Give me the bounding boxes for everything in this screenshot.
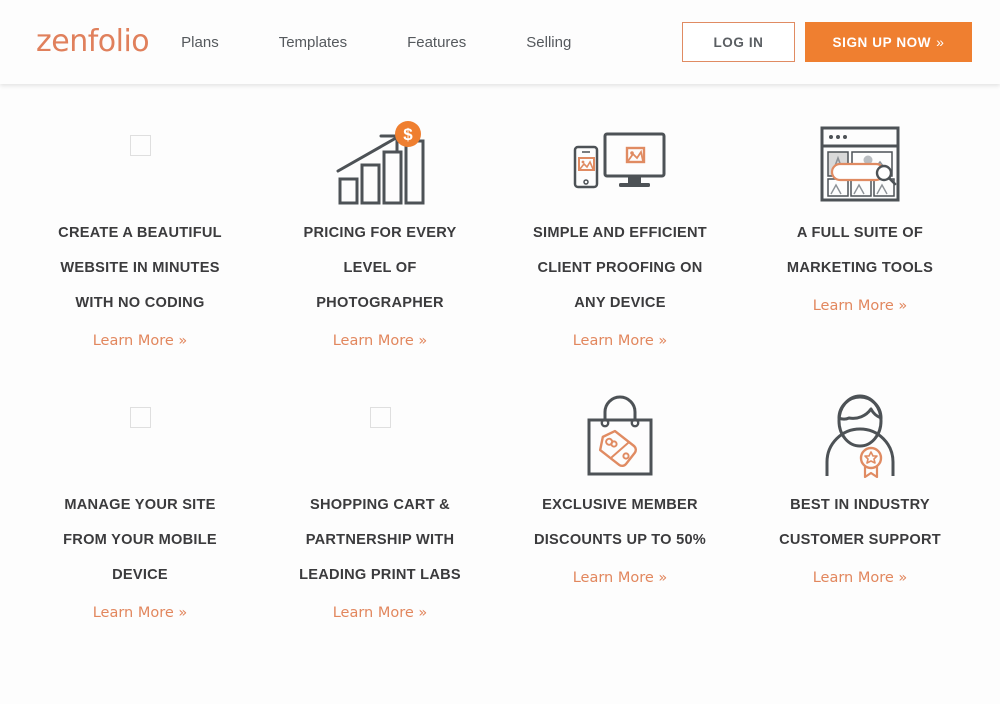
broken-image-placeholder-icon <box>129 135 151 156</box>
nav-item-features[interactable]: Features <box>407 34 466 51</box>
feature-title-line: SIMPLE AND EFFICIENT <box>533 225 707 241</box>
feature-title: EXCLUSIVE MEMBER DISCOUNTS UP TO 50% <box>534 488 706 558</box>
feature-title: SHOPPING CART & PARTNERSHIP WITH LEADING… <box>299 488 461 593</box>
icon-slot <box>583 390 657 482</box>
learn-more-link[interactable]: Learn More » <box>573 326 668 356</box>
feature-title-line: MANAGE YOUR SITE <box>64 497 216 513</box>
learn-more-link[interactable]: Learn More » <box>813 291 908 321</box>
broken-image-placeholder-icon <box>369 407 391 428</box>
feature-tile-shopping-cart: SHOPPING CART & PARTNERSHIP WITH LEADING… <box>260 390 500 628</box>
feature-title-line: EXCLUSIVE MEMBER <box>542 497 698 513</box>
learn-more-link[interactable]: Learn More » <box>333 326 428 356</box>
nav-item-templates[interactable]: Templates <box>279 34 347 51</box>
feature-tile-member-discounts: EXCLUSIVE MEMBER DISCOUNTS UP TO 50% Lea… <box>500 390 740 628</box>
feature-title-line: BEST IN INDUSTRY <box>790 497 930 513</box>
feature-title-line: CUSTOMER SUPPORT <box>779 532 941 548</box>
feature-title-line: DEVICE <box>112 567 168 583</box>
feature-tile-pricing: $ PRICING FOR EVERY LEVEL OF PHOTOGRAPHE… <box>260 118 500 356</box>
icon-slot <box>821 390 899 482</box>
feature-title: A FULL SUITE OF MARKETING TOOLS <box>787 216 933 286</box>
feature-title-line: CLIENT PROOFING ON <box>537 260 703 276</box>
feature-tile-client-proofing: SIMPLE AND EFFICIENT CLIENT PROOFING ON … <box>500 118 740 356</box>
main-navigation: Plans Templates Features Selling <box>181 34 571 51</box>
learn-more-link[interactable]: Learn More » <box>813 563 908 593</box>
feature-title-line: LEADING PRINT LABS <box>299 567 461 583</box>
learn-more-link[interactable]: Learn More » <box>573 563 668 593</box>
feature-title: CREATE A BEAUTIFUL WEBSITE IN MINUTES WI… <box>58 216 222 321</box>
feature-tile-create-website: CREATE A BEAUTIFUL WEBSITE IN MINUTES WI… <box>20 118 260 356</box>
feature-title-line: MARKETING TOOLS <box>786 260 934 276</box>
feature-title-line: CREATE A BEAUTIFUL <box>58 225 222 241</box>
nav-item-plans[interactable]: Plans <box>181 34 219 51</box>
feature-title-line: SHOPPING CART & <box>310 497 450 513</box>
feature-title: MANAGE YOUR SITE FROM YOUR MOBILE DEVICE <box>63 488 217 593</box>
person-award-badge-icon <box>825 394 895 478</box>
feature-grid-row-1: CREATE A BEAUTIFUL WEBSITE IN MINUTES WI… <box>0 84 1000 356</box>
icon-slot <box>129 390 151 482</box>
sign-up-now-button[interactable]: SIGN UP NOW » <box>805 22 972 62</box>
learn-more-link[interactable]: Learn More » <box>333 598 428 628</box>
feature-grid-row-2: MANAGE YOUR SITE FROM YOUR MOBILE DEVICE… <box>0 356 1000 628</box>
learn-more-link[interactable]: Learn More » <box>93 598 188 628</box>
icon-slot <box>369 390 391 482</box>
feature-title-line: PARTNERSHIP WITH <box>305 532 455 548</box>
feature-title: BEST IN INDUSTRY CUSTOMER SUPPORT <box>779 488 941 558</box>
feature-title: SIMPLE AND EFFICIENT CLIENT PROOFING ON … <box>533 216 707 321</box>
feature-tile-marketing-tools: A FULL SUITE OF MARKETING TOOLS Learn Mo… <box>740 118 980 356</box>
growth-chart-dollar-icon: $ <box>336 121 425 205</box>
icon-slot: $ <box>334 118 426 210</box>
header-actions: LOG IN SIGN UP NOW » <box>682 22 972 62</box>
browser-gallery-search-icon <box>820 126 900 202</box>
shopping-bag-tag-icon <box>587 395 653 476</box>
icon-slot <box>572 118 668 210</box>
feature-title-line: WITH NO CODING <box>75 295 205 311</box>
feature-title-line: PHOTOGRAPHER <box>316 295 444 311</box>
feature-title-line: WEBSITE IN MINUTES <box>60 260 220 276</box>
site-header: zenfolio Plans Templates Features Sellin… <box>0 0 1000 84</box>
icon-slot <box>129 118 151 210</box>
feature-title-line: PRICING FOR EVERY <box>303 225 457 241</box>
learn-more-link[interactable]: Learn More » <box>93 326 188 356</box>
chevron-right-icon: » <box>936 34 945 50</box>
feature-title-line: LEVEL OF <box>343 260 417 276</box>
feature-title-line: A FULL SUITE OF <box>796 225 924 241</box>
sign-up-label: SIGN UP NOW <box>832 34 932 50</box>
svg-text:$: $ <box>403 125 413 144</box>
feature-title-line: DISCOUNTS UP TO 50% <box>533 532 707 548</box>
phone-and-monitor-icon <box>573 132 666 189</box>
broken-image-placeholder-icon <box>129 407 151 428</box>
feature-tile-customer-support: BEST IN INDUSTRY CUSTOMER SUPPORT Learn … <box>740 390 980 628</box>
icon-slot <box>818 118 902 210</box>
feature-tile-mobile-management: MANAGE YOUR SITE FROM YOUR MOBILE DEVICE… <box>20 390 260 628</box>
nav-item-selling[interactable]: Selling <box>526 34 571 51</box>
feature-title-line: FROM YOUR MOBILE <box>63 532 217 548</box>
feature-title-line: ANY DEVICE <box>574 295 666 311</box>
log-in-button[interactable]: LOG IN <box>682 22 795 62</box>
zenfolio-logo[interactable]: zenfolio <box>36 27 150 57</box>
feature-title: PRICING FOR EVERY LEVEL OF PHOTOGRAPHER <box>304 216 457 321</box>
